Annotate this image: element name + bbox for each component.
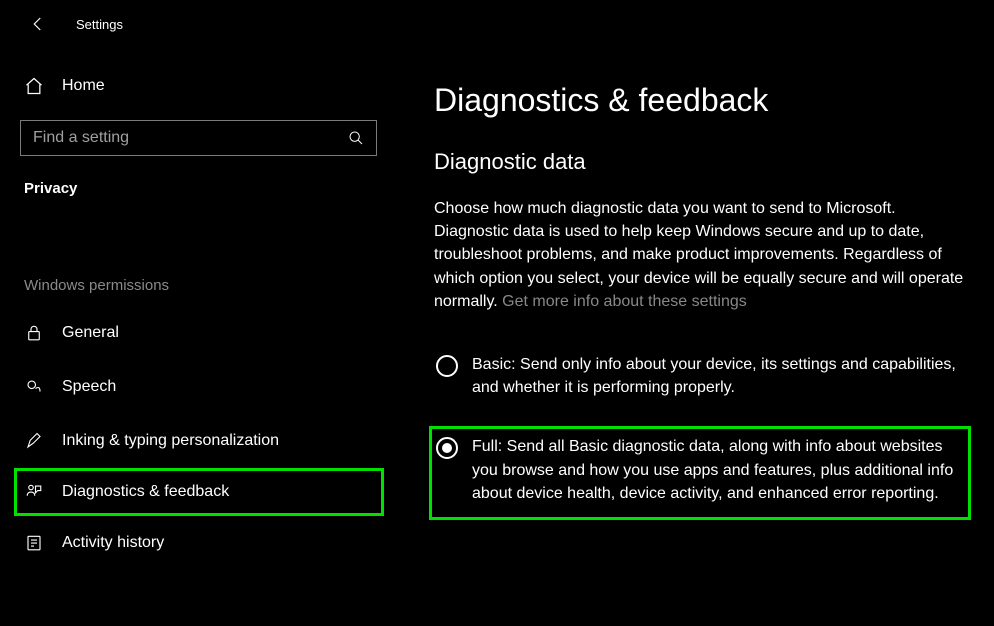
- nav-home[interactable]: Home: [0, 66, 398, 106]
- sidebar-group: Windows permissions: [0, 277, 398, 294]
- sidebar-item-label: Activity history: [62, 534, 164, 552]
- sidebar-item-general[interactable]: General: [0, 306, 398, 360]
- radio-label: Full: Send all Basic diagnostic data, al…: [472, 435, 960, 505]
- sidebar: Home Privacy Windows permissions General: [0, 48, 398, 626]
- window-title: Settings: [76, 17, 123, 32]
- radio-label: Basic: Send only info about your device,…: [472, 353, 960, 399]
- sidebar-item-diagnostics[interactable]: Diagnostics & feedback: [14, 468, 384, 516]
- sidebar-item-label: Diagnostics & feedback: [62, 483, 229, 501]
- pen-icon: [24, 431, 44, 451]
- back-button[interactable]: [18, 4, 58, 44]
- nav-home-label: Home: [62, 77, 105, 95]
- description: Choose how much diagnostic data you want…: [434, 197, 966, 313]
- page-title: Diagnostics & feedback: [434, 82, 966, 119]
- sidebar-item-inking[interactable]: Inking & typing personalization: [0, 414, 398, 468]
- radio-full[interactable]: Full: Send all Basic diagnostic data, al…: [434, 431, 966, 515]
- search-icon: [346, 128, 366, 148]
- feedback-icon: [24, 482, 44, 502]
- section-head: Diagnostic data: [434, 149, 966, 175]
- sidebar-item-label: Inking & typing personalization: [62, 432, 279, 450]
- speech-icon: [24, 377, 44, 397]
- search-box[interactable]: [20, 120, 377, 156]
- home-icon: [24, 76, 44, 96]
- description-link[interactable]: Get more info about these settings: [502, 293, 747, 310]
- radio-basic[interactable]: Basic: Send only info about your device,…: [434, 349, 966, 409]
- sidebar-item-activity[interactable]: Activity history: [0, 516, 398, 570]
- sidebar-item-label: General: [62, 324, 119, 342]
- history-icon: [24, 533, 44, 553]
- radio-circle-icon: [436, 437, 458, 459]
- search-input[interactable]: [33, 129, 346, 147]
- sidebar-item-label: Speech: [62, 378, 116, 396]
- radio-circle-icon: [436, 355, 458, 377]
- main-panel: Diagnostics & feedback Diagnostic data C…: [398, 48, 994, 626]
- sidebar-item-speech[interactable]: Speech: [0, 360, 398, 414]
- sidebar-section: Privacy: [0, 180, 398, 197]
- lock-icon: [24, 323, 44, 343]
